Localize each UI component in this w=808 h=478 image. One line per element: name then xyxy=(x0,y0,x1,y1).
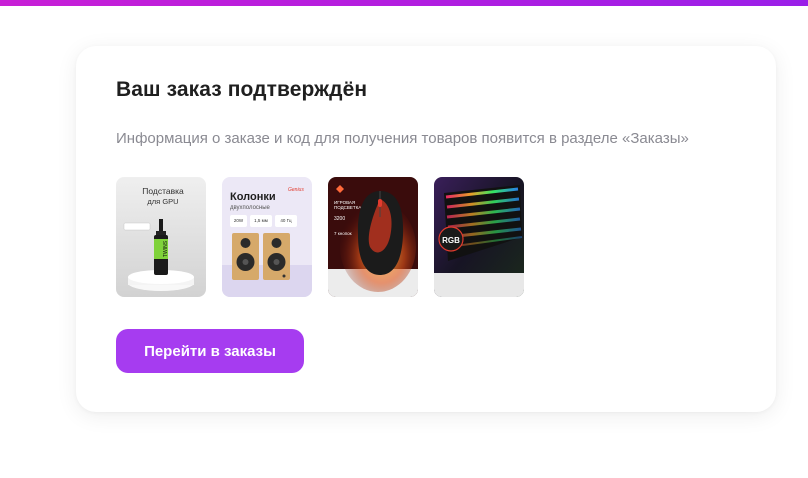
product-thumb-keyboard[interactable]: RGB xyxy=(434,177,524,297)
spec-label: 1,5 мм xyxy=(254,218,268,223)
go-to-orders-button[interactable]: Перейти в заказы xyxy=(116,329,304,373)
product-thumb-speakers[interactable]: Колонки двухполосные Genius 20W 1,5 мм 4… xyxy=(222,177,312,297)
dpi-label: 3200 xyxy=(334,216,345,222)
spec-label: 20W xyxy=(234,218,244,223)
order-confirmation-card: Ваш заказ подтверждён Информация о заказ… xyxy=(76,46,776,412)
buttons-label: 7 кнопок xyxy=(334,231,352,236)
brand-logo: Genius xyxy=(288,187,304,193)
order-info-text: Информация о заказе и код для получения … xyxy=(116,130,689,147)
product-title: Колонки xyxy=(230,191,276,203)
rgb-badge: RGB xyxy=(442,236,460,245)
gaming-mouse-image: ИГРОВАЯ ПОДСВЕТКА 3200 7 кнопок xyxy=(328,177,418,297)
spec-label: 40 Гц xyxy=(280,218,292,223)
product-thumbnails: Подставка для GPU TWINS Колонки двухполо… xyxy=(116,177,524,297)
brand-tag: TWINS xyxy=(163,240,169,257)
product-label: Подставка xyxy=(142,186,184,196)
gpu-support-stand-image: Подставка для GPU TWINS xyxy=(116,177,206,297)
product-thumb-gpu-stand[interactable]: Подставка для GPU TWINS xyxy=(116,177,206,297)
product-label: ПОДСВЕТКА xyxy=(334,205,361,210)
speakers-image: Колонки двухполосные Genius 20W 1,5 мм 4… xyxy=(222,177,312,297)
product-label: для GPU xyxy=(147,197,178,206)
top-accent-bar xyxy=(0,0,808,6)
product-thumb-mouse[interactable]: ИГРОВАЯ ПОДСВЕТКА 3200 7 кнопок xyxy=(328,177,418,297)
page-title: Ваш заказ подтверждён xyxy=(116,78,368,101)
product-subtitle: двухполосные xyxy=(230,205,271,211)
rgb-keyboard-image: RGB xyxy=(434,177,524,297)
